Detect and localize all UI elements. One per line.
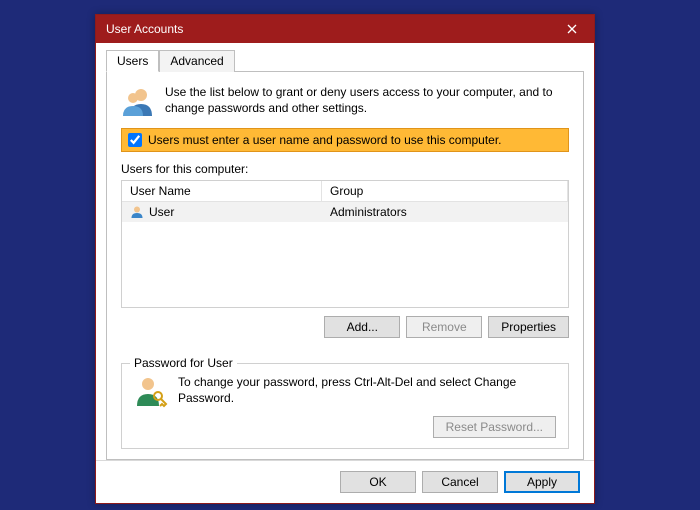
password-text: To change your password, press Ctrl-Alt-…: [178, 374, 556, 406]
reset-password-button[interactable]: Reset Password...: [433, 416, 556, 438]
close-button[interactable]: [550, 15, 594, 43]
col-header-username[interactable]: User Name: [122, 181, 322, 201]
tab-advanced[interactable]: Advanced: [159, 50, 234, 72]
cell-group: Administrators: [322, 202, 568, 222]
tab-advanced-label: Advanced: [170, 54, 223, 68]
require-login-label: Users must enter a user name and passwor…: [148, 133, 502, 147]
password-row: To change your password, press Ctrl-Alt-…: [134, 374, 556, 408]
window-title: User Accounts: [106, 22, 550, 36]
users-listview[interactable]: User Name Group User Administrators: [121, 180, 569, 308]
cell-username: User: [122, 202, 322, 222]
users-list-label: Users for this computer:: [121, 162, 569, 176]
tab-panel: Use the list below to grant or deny user…: [106, 71, 584, 460]
listview-header: User Name Group: [122, 181, 568, 202]
intro-text: Use the list below to grant or deny user…: [165, 84, 569, 116]
ok-button[interactable]: OK: [340, 471, 416, 493]
titlebar: User Accounts: [96, 15, 594, 43]
close-icon: [567, 24, 577, 34]
properties-button[interactable]: Properties: [488, 316, 569, 338]
col-header-group[interactable]: Group: [322, 181, 568, 201]
dialog-body: Users Advanced Use the list below to gra…: [96, 43, 594, 460]
cell-username-text: User: [149, 205, 174, 219]
remove-button[interactable]: Remove: [406, 316, 482, 338]
tab-users-label: Users: [117, 54, 148, 68]
key-user-icon: [134, 374, 168, 408]
cancel-button[interactable]: Cancel: [422, 471, 498, 493]
require-login-row: Users must enter a user name and passwor…: [121, 128, 569, 152]
tab-users[interactable]: Users: [106, 50, 159, 72]
require-login-checkbox[interactable]: [128, 133, 142, 147]
user-buttons-row: Add... Remove Properties: [121, 316, 569, 338]
user-accounts-dialog: User Accounts Users Advanced: [95, 14, 595, 504]
password-groupbox: Password for User To change your passwor…: [121, 363, 569, 449]
apply-button[interactable]: Apply: [504, 471, 580, 493]
reset-password-row: Reset Password...: [134, 416, 556, 438]
add-button[interactable]: Add...: [324, 316, 400, 338]
dialog-footer: OK Cancel Apply: [96, 460, 594, 503]
tabstrip: Users Advanced: [106, 50, 584, 72]
intro-row: Use the list below to grant or deny user…: [121, 84, 569, 118]
table-row[interactable]: User Administrators: [122, 202, 568, 222]
user-icon: [130, 205, 144, 219]
password-group-legend: Password for User: [130, 356, 237, 370]
users-icon: [121, 84, 155, 118]
